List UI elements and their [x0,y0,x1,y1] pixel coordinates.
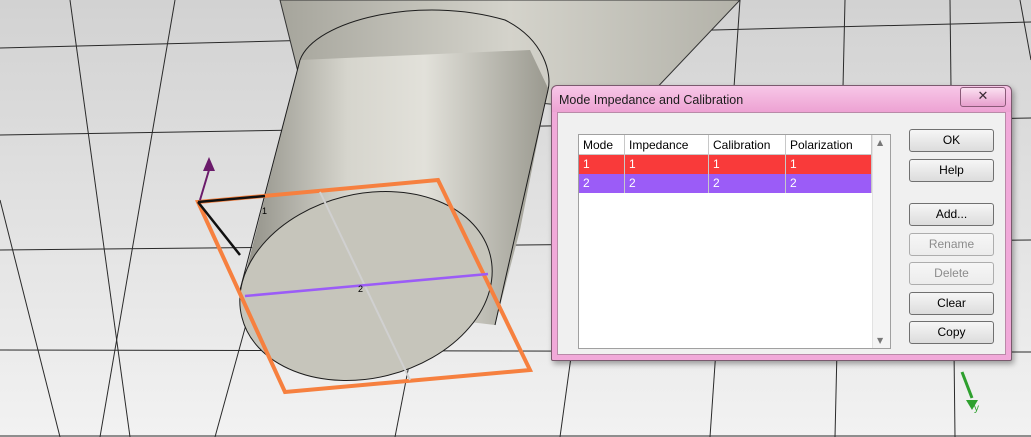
dialog-title: Mode Impedance and Calibration [559,93,744,107]
delete-button[interactable]: Delete [909,262,994,285]
cell-impedance[interactable]: 1 [625,155,709,174]
table-vertical-scrollbar[interactable]: ▲ ▼ [872,135,890,348]
table-row[interactable]: 2 2 2 2 [579,174,872,193]
column-header-polarization[interactable]: Polarization [786,135,872,155]
scroll-down-icon[interactable]: ▼ [877,336,883,345]
copy-button[interactable]: Copy [909,321,994,344]
rename-button[interactable]: Rename [909,233,994,256]
axis-label-y: y [974,403,979,414]
cell-calibration[interactable]: 2 [709,174,786,193]
dialog-titlebar[interactable]: Mode Impedance and Calibration ✕ [552,86,1011,112]
close-button[interactable]: ✕ [960,87,1006,107]
ok-button[interactable]: OK [909,129,994,152]
cell-calibration[interactable]: 1 [709,155,786,174]
cell-impedance[interactable]: 2 [625,174,709,193]
scroll-up-icon[interactable]: ▲ [877,138,883,147]
mode-table[interactable]: Mode Impedance Calibration Polarization … [578,134,891,349]
mode-impedance-dialog: Mode Impedance and Calibration ✕ Mode Im… [551,85,1012,361]
clear-button[interactable]: Clear [909,292,994,315]
cell-mode[interactable]: 1 [579,155,625,174]
column-header-calibration[interactable]: Calibration [709,135,786,155]
add-button[interactable]: Add... [909,203,994,226]
cell-polarization[interactable]: 2 [786,174,872,193]
column-header-mode[interactable]: Mode [579,135,625,155]
table-row[interactable]: 1 1 1 1 [579,155,872,174]
dialog-client-area: Mode Impedance Calibration Polarization … [557,112,1006,355]
column-header-impedance[interactable]: Impedance [625,135,709,155]
port-label-2: 2 [358,284,363,294]
help-button[interactable]: Help [909,159,994,182]
cell-mode[interactable]: 2 [579,174,625,193]
port-label-1: 1 [262,206,267,216]
cell-polarization[interactable]: 1 [786,155,872,174]
close-icon: ✕ [977,89,989,104]
